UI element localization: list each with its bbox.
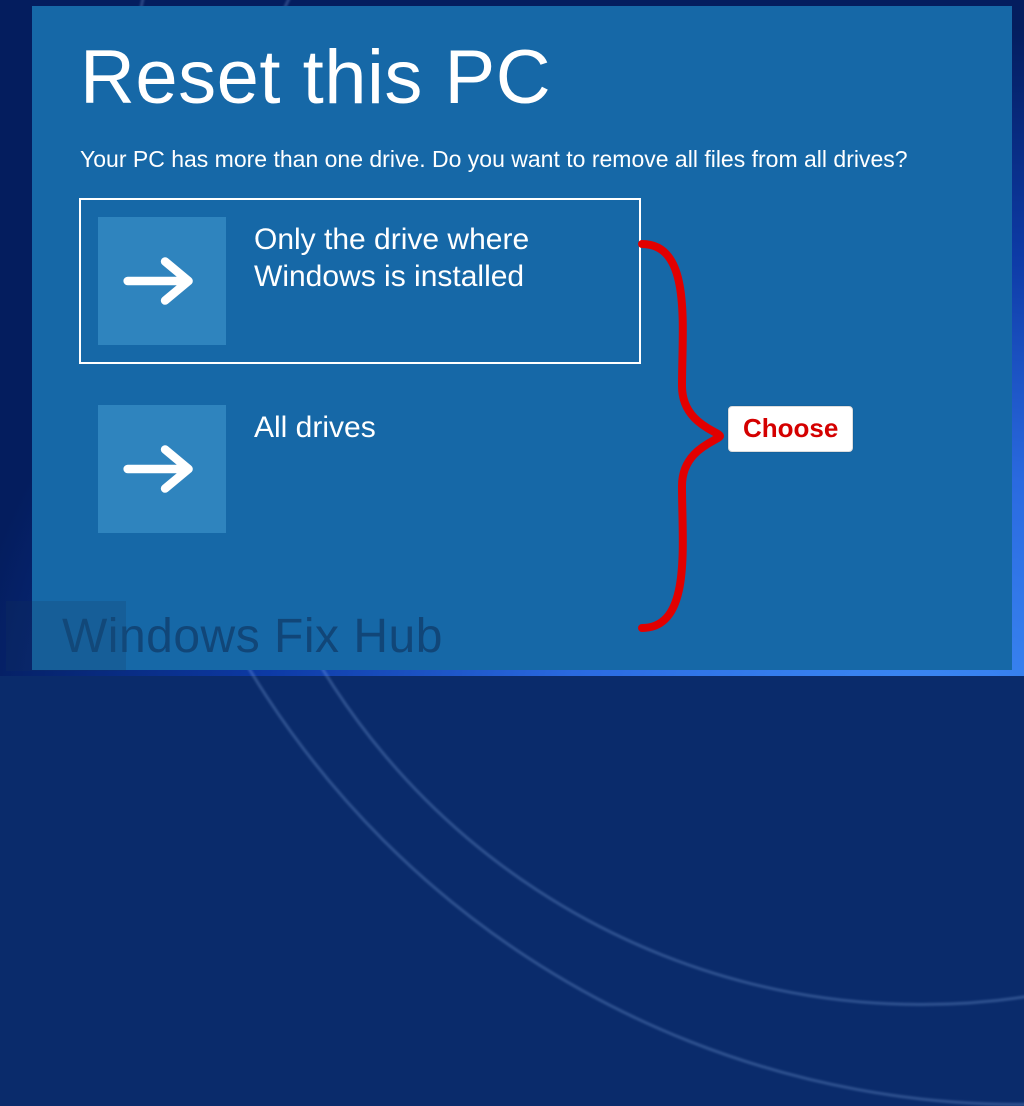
option-label: All drives xyxy=(254,405,376,447)
option-label: Only the drive where Windows is installe… xyxy=(254,217,574,296)
page-title: Reset this PC xyxy=(80,38,964,118)
option-only-windows-drive[interactable]: Only the drive where Windows is installe… xyxy=(80,199,640,363)
watermark-text: Windows Fix Hub xyxy=(62,609,443,664)
choose-badge: Choose xyxy=(728,406,853,452)
arrow-right-icon xyxy=(98,217,226,345)
reset-pc-panel: Reset this PC Your PC has more than one … xyxy=(32,6,1012,670)
option-all-drives[interactable]: All drives xyxy=(80,387,640,551)
prompt-text: Your PC has more than one drive. Do you … xyxy=(80,146,964,173)
arrow-right-icon xyxy=(98,405,226,533)
